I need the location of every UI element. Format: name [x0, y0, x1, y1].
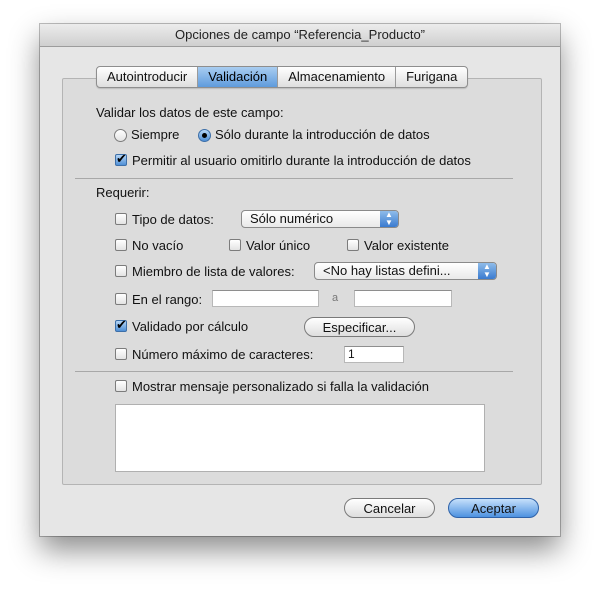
require-heading: Requerir: — [96, 185, 150, 200]
value-list-popup[interactable]: <No hay listas defini... ▲ ▼ — [314, 262, 497, 280]
unique-checkbox[interactable] — [229, 239, 241, 251]
calc-label[interactable]: Validado por cálculo — [132, 319, 248, 334]
validate-heading: Validar los datos de este campo: — [96, 105, 284, 120]
value-list-checkbox[interactable] — [115, 265, 127, 277]
ok-button[interactable]: Aceptar — [448, 498, 539, 518]
tab-validacion[interactable]: Validación — [198, 67, 279, 87]
custom-message-checkbox[interactable] — [115, 380, 127, 392]
specify-button[interactable]: Especificar... — [304, 317, 415, 337]
custom-message-label[interactable]: Mostrar mensaje personalizado si falla l… — [132, 379, 429, 394]
popup-arrows-icon: ▲ ▼ — [380, 211, 398, 227]
not-empty-label[interactable]: No vacío — [132, 238, 183, 253]
range-to-label: a — [332, 292, 339, 304]
separator — [75, 178, 513, 179]
allow-override-label[interactable]: Permitir al usuario omitirlo durante la … — [132, 153, 471, 168]
max-chars-checkbox[interactable] — [115, 348, 127, 360]
value-list-value: <No hay listas defini... — [323, 263, 451, 278]
max-chars-field[interactable]: 1 — [344, 346, 404, 363]
range-label[interactable]: En el rango: — [132, 292, 202, 307]
not-empty-checkbox[interactable] — [115, 239, 127, 251]
tab-autointroducir[interactable]: Autointroducir — [97, 67, 199, 87]
data-type-checkbox[interactable] — [115, 213, 127, 225]
data-type-value: Sólo numérico — [250, 211, 334, 226]
allow-override-checkbox[interactable] — [115, 151, 127, 167]
separator — [75, 371, 513, 372]
radio-only-entry[interactable] — [198, 129, 211, 142]
radio-always-label[interactable]: Siempre — [131, 127, 179, 142]
calc-checkbox[interactable] — [115, 317, 127, 333]
field-options-dialog: Opciones de campo “Referencia_Producto” … — [40, 24, 560, 536]
existing-label[interactable]: Valor existente — [364, 238, 449, 253]
window-title: Opciones de campo “Referencia_Producto” — [40, 24, 560, 47]
cancel-button[interactable]: Cancelar — [344, 498, 435, 518]
tab-furigana[interactable]: Furigana — [396, 67, 467, 87]
popup-arrows-icon: ▲ ▼ — [478, 263, 496, 279]
range-from-field[interactable] — [212, 290, 319, 307]
range-to-field[interactable] — [354, 290, 452, 307]
radio-only-entry-label[interactable]: Sólo durante la introducción de datos — [215, 127, 430, 142]
radio-always[interactable] — [114, 129, 127, 142]
unique-label[interactable]: Valor único — [246, 238, 310, 253]
tab-bar: Autointroducir Validación Almacenamiento… — [96, 66, 469, 88]
tab-almacenamiento[interactable]: Almacenamiento — [278, 67, 397, 87]
data-type-label[interactable]: Tipo de datos: — [132, 212, 214, 227]
custom-message-textarea[interactable] — [115, 404, 485, 472]
max-chars-label[interactable]: Número máximo de caracteres: — [132, 347, 313, 362]
range-checkbox[interactable] — [115, 293, 127, 305]
existing-checkbox[interactable] — [347, 239, 359, 251]
value-list-label[interactable]: Miembro de lista de valores: — [132, 264, 295, 279]
data-type-popup[interactable]: Sólo numérico ▲ ▼ — [241, 210, 399, 228]
